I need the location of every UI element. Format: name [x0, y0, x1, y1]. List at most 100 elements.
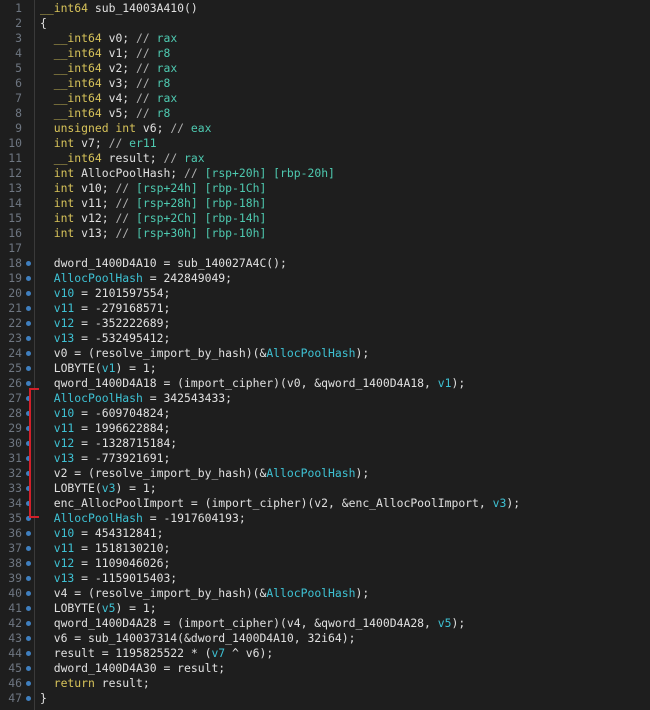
code-token: // — [115, 196, 137, 210]
code-line[interactable]: 36 v10 = 454312841; — [0, 526, 650, 541]
code-line[interactable]: 24 v0 = (resolve_import_by_hash)(&AllocP… — [0, 346, 650, 361]
line-number: 44 — [8, 646, 22, 660]
code-line[interactable]: 43 v6 = sub_140037314(&dword_1400D4A10, … — [0, 631, 650, 646]
breakpoint-dot-icon[interactable] — [26, 621, 31, 626]
code-line[interactable]: 39 v13 = -1159015403; — [0, 571, 650, 586]
breakpoint-dot-icon[interactable] — [26, 276, 31, 281]
code-token: int — [40, 196, 75, 210]
code-token: ); — [506, 496, 521, 510]
code-line[interactable]: 42 qword_1400D4A28 = (import_cipher)(v4,… — [0, 616, 650, 631]
code-token: __int64 — [40, 76, 102, 90]
code-line[interactable]: 26 qword_1400D4A18 = (import_cipher)(v0,… — [0, 376, 650, 391]
line-number: 1 — [15, 1, 22, 15]
code-line[interactable]: 47} — [0, 691, 650, 706]
code-text: return result; — [40, 676, 150, 691]
code-line[interactable]: 27 AllocPoolHash = 342543433; — [0, 391, 650, 406]
code-line[interactable]: 6 __int64 v3; // r8 — [0, 76, 650, 91]
breakpoint-dot-icon[interactable] — [26, 681, 31, 686]
code-token: = -279168571; — [74, 301, 171, 315]
code-line[interactable]: 5 __int64 v2; // rax — [0, 61, 650, 76]
breakpoint-dot-icon[interactable] — [26, 636, 31, 641]
breakpoint-dot-icon[interactable] — [26, 306, 31, 311]
code-token: rax — [156, 91, 178, 105]
code-token: ); — [355, 346, 370, 360]
code-token: = -609704824; — [74, 406, 171, 420]
code-line[interactable]: 31 v13 = -773921691; — [0, 451, 650, 466]
breakpoint-dot-icon[interactable] — [26, 261, 31, 266]
breakpoint-dot-icon[interactable] — [26, 291, 31, 296]
breakpoint-dot-icon[interactable] — [26, 606, 31, 611]
code-line[interactable]: 44 result = 1195825522 * (v7 ^ v6); — [0, 646, 650, 661]
breakpoint-dot-icon[interactable] — [26, 696, 31, 701]
breakpoint-dot-icon[interactable] — [26, 546, 31, 551]
code-line[interactable]: 7 __int64 v4; // rax — [0, 91, 650, 106]
code-line[interactable]: 34 enc_AllocPoolImport = (import_cipher)… — [0, 496, 650, 511]
code-line[interactable]: 19 AllocPoolHash = 242849049; — [0, 271, 650, 286]
code-text: v6 = sub_140037314(&dword_1400D4A10, 32i… — [40, 631, 356, 646]
code-token: = 2101597554; — [74, 286, 171, 300]
code-line[interactable]: 16 int v13; // [rsp+30h] [rbp-10h] — [0, 226, 650, 241]
breakpoint-dot-icon[interactable] — [26, 591, 31, 596]
code-line[interactable]: 35 AllocPoolHash = -1917604193; — [0, 511, 650, 526]
code-line[interactable]: 33 LOBYTE(v3) = 1; — [0, 481, 650, 496]
code-line[interactable]: 17 — [0, 241, 650, 256]
code-line[interactable]: 10 int v7; // er11 — [0, 136, 650, 151]
code-text: result = 1195825522 * (v7 ^ v6); — [40, 646, 273, 661]
breakpoint-dot-icon[interactable] — [26, 531, 31, 536]
code-line[interactable]: 15 int v12; // [rsp+2Ch] [rbp-14h] — [0, 211, 650, 226]
code-line[interactable]: 37 v11 = 1518130210; — [0, 541, 650, 556]
line-number: 38 — [8, 556, 22, 570]
breakpoint-dot-icon[interactable] — [26, 561, 31, 566]
code-line[interactable]: 30 v12 = -1328715184; — [0, 436, 650, 451]
code-text: __int64 v0; // rax — [40, 31, 177, 46]
code-line[interactable]: 25 LOBYTE(v1) = 1; — [0, 361, 650, 376]
code-line[interactable]: 12 int AllocPoolHash; // [rsp+20h] [rbp-… — [0, 166, 650, 181]
code-token: v12 — [40, 436, 75, 450]
code-line[interactable]: 21 v11 = -279168571; — [0, 301, 650, 316]
code-token: v4 = (resolve_import_by_hash)(& — [40, 586, 267, 600]
code-token: v12; — [74, 211, 116, 225]
breakpoint-dot-icon[interactable] — [26, 351, 31, 356]
code-line[interactable]: 20 v10 = 2101597554; — [0, 286, 650, 301]
code-text: AllocPoolHash = 242849049; — [40, 271, 232, 286]
code-token: [rsp+20h] [rbp-20h] — [204, 166, 335, 180]
breakpoint-dot-icon[interactable] — [26, 366, 31, 371]
code-line[interactable]: 9 unsigned int v6; // eax — [0, 121, 650, 136]
code-line[interactable]: 22 v12 = -352222689; — [0, 316, 650, 331]
code-text: LOBYTE(v3) = 1; — [40, 481, 157, 496]
code-line[interactable]: 2{ — [0, 16, 650, 31]
line-number: 45 — [8, 661, 22, 675]
breakpoint-dot-icon[interactable] — [26, 576, 31, 581]
code-text: v10 = 2101597554; — [40, 286, 171, 301]
breakpoint-dot-icon[interactable] — [26, 651, 31, 656]
code-line[interactable]: 41 LOBYTE(v5) = 1; — [0, 601, 650, 616]
line-number: 22 — [8, 316, 22, 330]
code-line[interactable]: 11 __int64 result; // rax — [0, 151, 650, 166]
code-line[interactable]: 18 dword_1400D4A10 = sub_140027A4C(); — [0, 256, 650, 271]
pseudocode-editor[interactable]: 1 __int64 sub_14003A410() 2{3 __int64 v0; … — [0, 0, 650, 710]
code-token: result; — [94, 676, 150, 690]
code-line[interactable]: 29 v11 = 1996622884; — [0, 421, 650, 436]
code-line[interactable]: 46 return result; — [0, 676, 650, 691]
code-line[interactable]: 38 v12 = 1109046026; — [0, 556, 650, 571]
line-number: 3 — [15, 31, 22, 45]
code-line[interactable]: 14 int v11; // [rsp+28h] [rbp-18h] — [0, 196, 650, 211]
code-line[interactable]: 3 __int64 v0; // rax — [0, 31, 650, 46]
code-line[interactable]: 1 __int64 sub_14003A410() — [0, 1, 650, 16]
code-text: int AllocPoolHash; // [rsp+20h] [rbp-20h… — [40, 166, 335, 181]
code-line[interactable]: 28 v10 = -609704824; — [0, 406, 650, 421]
breakpoint-dot-icon[interactable] — [26, 666, 31, 671]
code-token: ); — [355, 466, 370, 480]
code-line[interactable]: 45 dword_1400D4A30 = result; — [0, 661, 650, 676]
breakpoint-dot-icon[interactable] — [26, 321, 31, 326]
code-text: v13 = -532495412; — [40, 331, 171, 346]
code-token: { — [40, 16, 47, 30]
code-line[interactable]: 8 __int64 v5; // r8 — [0, 106, 650, 121]
code-line[interactable]: 23 v13 = -532495412; — [0, 331, 650, 346]
code-line[interactable]: 40 v4 = (resolve_import_by_hash)(&AllocP… — [0, 586, 650, 601]
breakpoint-dot-icon[interactable] — [26, 381, 31, 386]
code-line[interactable]: 13 int v10; // [rsp+24h] [rbp-1Ch] — [0, 181, 650, 196]
breakpoint-dot-icon[interactable] — [26, 336, 31, 341]
code-line[interactable]: 32 v2 = (resolve_import_by_hash)(&AllocP… — [0, 466, 650, 481]
code-line[interactable]: 4 __int64 v1; // r8 — [0, 46, 650, 61]
